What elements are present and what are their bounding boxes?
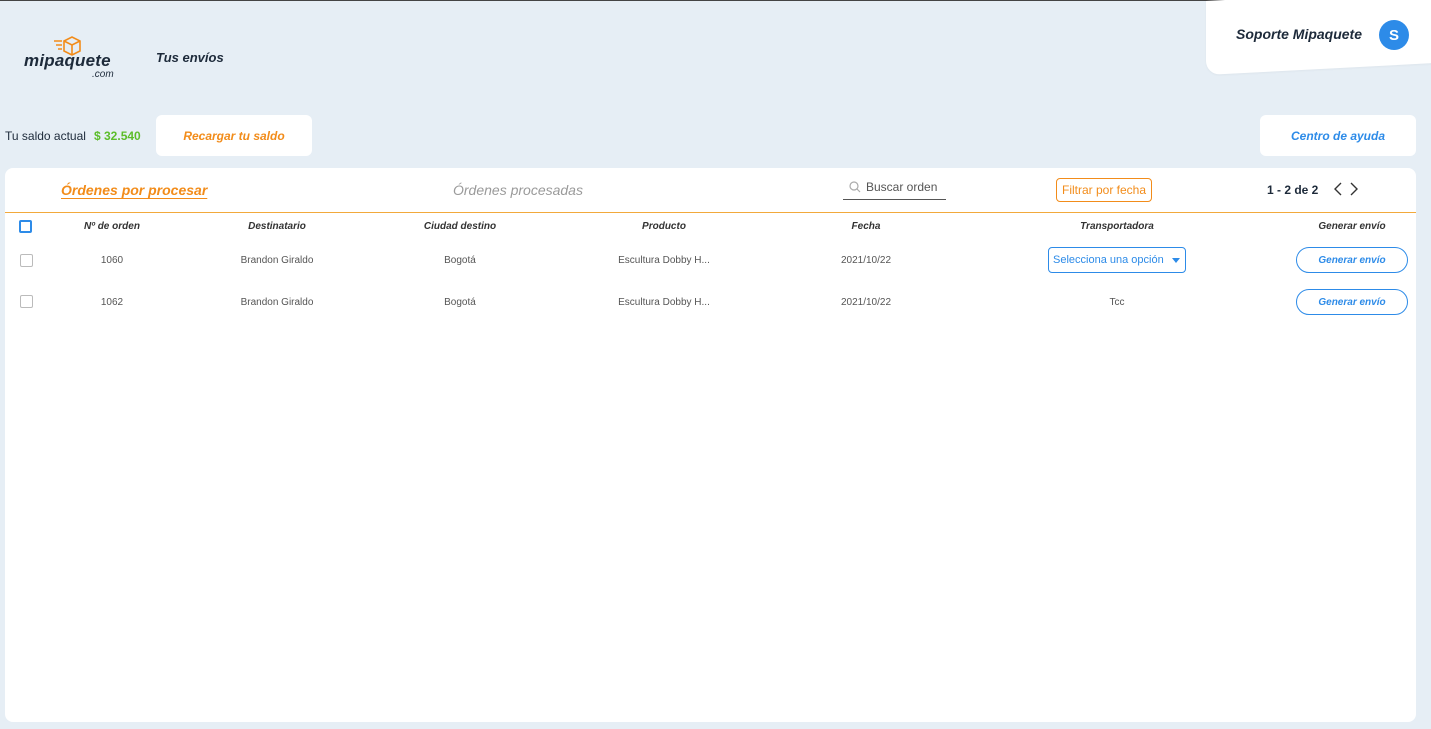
row-checkbox[interactable] <box>20 254 33 267</box>
column-header-generate: Generar envío <box>1318 221 1386 232</box>
destination-city: Bogotá <box>444 255 476 266</box>
column-header-city: Ciudad destino <box>423 221 497 232</box>
logo-wordmark: mipaquete <box>24 51 111 70</box>
column-header-recipient: Destinatario <box>248 221 306 232</box>
filter-by-date-button[interactable]: Filtrar por fecha <box>1056 178 1152 202</box>
generate-shipment-button[interactable]: Generar envío <box>1296 247 1408 273</box>
balance-value: $ 32.540 <box>94 129 141 143</box>
logo[interactable]: mipaquete .com <box>24 35 124 81</box>
support-name[interactable]: Soporte Mipaquete <box>1236 26 1362 42</box>
carrier-select-value: Selecciona una opción <box>1053 254 1164 266</box>
avatar[interactable]: S <box>1379 20 1409 50</box>
header-divider <box>5 212 1416 213</box>
chevron-right-icon[interactable] <box>1347 181 1361 197</box>
search-box[interactable] <box>843 174 946 200</box>
recharge-balance-button[interactable]: Recargar tu saldo <box>156 115 312 156</box>
row-checkbox[interactable] <box>20 295 33 308</box>
chevron-left-icon[interactable] <box>1331 181 1345 197</box>
order-date: 2021/10/22 <box>840 297 892 308</box>
generate-shipment-button[interactable]: Generar envío <box>1296 289 1408 315</box>
order-date: 2021/10/22 <box>840 255 892 266</box>
column-header-product: Producto <box>642 221 686 232</box>
recipient: Brandon Giraldo <box>240 297 314 308</box>
caret-down-icon <box>1171 257 1180 263</box>
page-title: Tus envíos <box>156 50 224 65</box>
product: Escultura Dobby H... <box>618 255 710 266</box>
logo-suffix: .com <box>92 69 114 80</box>
tab-pending-orders[interactable]: Órdenes por procesar <box>61 182 207 198</box>
search-icon <box>849 180 861 192</box>
column-header-carrier: Transportadora <box>1080 221 1154 232</box>
pagination-range: 1 - 2 de 2 <box>1267 183 1319 197</box>
destination-city: Bogotá <box>444 297 476 308</box>
search-input[interactable] <box>866 179 946 194</box>
orders-panel: Órdenes por procesar Órdenes procesadas … <box>5 168 1416 722</box>
column-header-date: Fecha <box>851 221 881 232</box>
order-number: 1060 <box>100 255 124 266</box>
tab-processed-orders[interactable]: Órdenes procesadas <box>453 182 583 198</box>
product: Escultura Dobby H... <box>618 297 710 308</box>
balance-label: Tu saldo actual <box>5 129 86 143</box>
carrier-name: Tcc <box>1109 297 1125 308</box>
recipient: Brandon Giraldo <box>240 255 314 266</box>
help-center-button[interactable]: Centro de ayuda <box>1260 115 1416 156</box>
order-number: 1062 <box>100 297 124 308</box>
select-all-checkbox[interactable] <box>19 220 32 233</box>
carrier-select[interactable]: Selecciona una opción <box>1048 247 1186 273</box>
column-header-order: Nº de orden <box>84 221 140 232</box>
